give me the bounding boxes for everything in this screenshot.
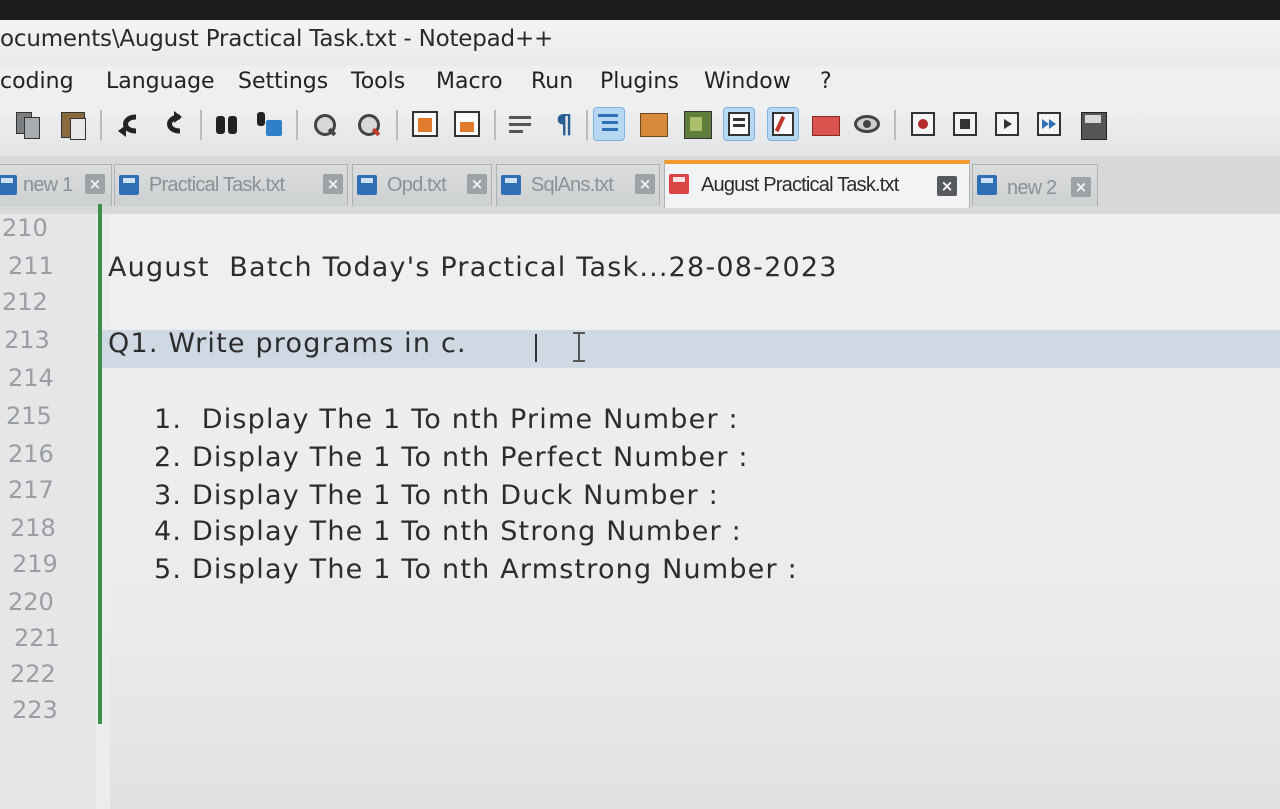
line-number: 211 [8, 252, 54, 280]
tab-label: August Practical Task.txt [701, 174, 899, 196]
redo-icon[interactable] [156, 108, 186, 140]
tab-august-practical-task[interactable]: August Practical Task.txt × [664, 160, 970, 208]
file-icon [501, 175, 521, 195]
file-icon [119, 175, 139, 195]
copy-icon[interactable] [14, 108, 44, 140]
tab-opd[interactable]: Opd.txt × [352, 164, 492, 206]
monitoring-icon[interactable] [852, 108, 882, 140]
line-number: 218 [10, 514, 56, 542]
line-number: 215 [6, 402, 52, 430]
text-line-219: 5. Display The 1 To nth Armstrong Number… [154, 554, 798, 585]
text-caret [535, 334, 537, 362]
text-line-215: 1. Display The 1 To nth Prime Number : [154, 404, 739, 435]
line-number: 210 [2, 214, 48, 242]
line-number: 219 [12, 550, 58, 578]
menu-help[interactable]: ? [820, 69, 832, 94]
line-number: 217 [8, 476, 54, 504]
line-number: 222 [10, 660, 56, 688]
zoom-out-icon[interactable] [352, 108, 382, 140]
doc-map-icon[interactable] [682, 108, 712, 140]
change-history-bar [98, 204, 102, 724]
tab-new-1[interactable]: new 1 × [0, 164, 112, 206]
tab-label: new 1 [23, 174, 73, 196]
doc-list-icon[interactable] [810, 108, 840, 140]
screen: ocuments\August Practical Task.txt - Not… [0, 0, 1280, 809]
line-number: 223 [12, 696, 58, 724]
line-number-gutter: 210 211 212 213 214 215 216 217 218 219 … [0, 214, 96, 809]
menu-macro[interactable]: Macro [436, 69, 503, 94]
tab-bar: new 1 × Practical Task.txt × Opd.txt × S… [0, 156, 1280, 216]
line-number: 214 [8, 364, 54, 392]
title-bar: ocuments\August Practical Task.txt - Not… [0, 20, 1280, 66]
line-number: 213 [4, 326, 50, 354]
tab-label: Opd.txt [387, 174, 447, 196]
line-number: 216 [8, 440, 54, 468]
paste-icon[interactable] [58, 108, 88, 140]
undo-icon[interactable] [112, 108, 142, 140]
toolbar: ¶ [0, 104, 1280, 156]
menu-plugins[interactable]: Plugins [600, 69, 679, 94]
text-line-211: August Batch Today's Practical Task...28… [108, 252, 838, 283]
file-icon [357, 175, 377, 195]
menu-settings[interactable]: Settings [238, 69, 328, 94]
word-wrap-icon[interactable] [506, 108, 536, 140]
folder-workspace-icon[interactable] [767, 107, 799, 141]
tab-label: SqlAns.txt [531, 174, 614, 196]
save-macro-icon[interactable] [1078, 108, 1108, 140]
close-icon[interactable]: × [85, 174, 105, 194]
menu-language[interactable]: Language [106, 69, 215, 94]
tab-label: new 2 [1007, 177, 1057, 199]
sync-vertical-icon[interactable] [410, 108, 440, 140]
menu-encoding[interactable]: coding [0, 69, 74, 94]
close-icon[interactable]: × [323, 174, 343, 194]
replace-icon[interactable] [254, 108, 284, 140]
tab-sqlans[interactable]: SqlAns.txt × [496, 164, 660, 206]
zoom-in-icon[interactable] [308, 108, 338, 140]
text-line-216: 2. Display The 1 To nth Perfect Number : [154, 442, 749, 473]
monitor-bezel [0, 0, 1280, 20]
run-macro-multiple-icon[interactable] [1034, 108, 1064, 140]
window-title: ocuments\August Practical Task.txt - Not… [0, 26, 554, 52]
file-icon [977, 175, 997, 195]
close-icon[interactable]: × [937, 176, 957, 196]
tab-label: Practical Task.txt [149, 174, 285, 196]
editor-area[interactable]: 210 211 212 213 214 215 216 217 218 219 … [0, 204, 1280, 809]
file-icon [0, 175, 17, 195]
close-icon[interactable]: × [635, 174, 655, 194]
menu-window[interactable]: Window [704, 69, 791, 94]
tab-new-2[interactable]: new 2 × [972, 164, 1098, 206]
menu-tools[interactable]: Tools [351, 69, 405, 94]
udl-icon[interactable] [638, 108, 668, 140]
line-number: 212 [2, 288, 48, 316]
text-line-218: 4. Display The 1 To nth Strong Number : [154, 516, 742, 547]
sync-horizontal-icon[interactable] [452, 108, 482, 140]
ibeam-cursor-icon [572, 332, 586, 362]
function-list-icon[interactable] [723, 107, 755, 141]
menu-run[interactable]: Run [531, 69, 573, 94]
close-icon[interactable]: × [1071, 177, 1091, 197]
file-icon [669, 174, 689, 194]
text-line-213: Q1. Write programs in c. [108, 328, 467, 359]
line-number: 220 [8, 588, 54, 616]
menu-bar: coding Language Settings Tools Macro Run… [0, 66, 1280, 104]
indent-guide-icon[interactable] [593, 107, 625, 141]
tab-practical-task[interactable]: Practical Task.txt × [114, 164, 348, 206]
line-number: 221 [14, 624, 60, 652]
stop-macro-icon[interactable] [950, 108, 980, 140]
find-icon[interactable] [212, 108, 242, 140]
show-all-chars-icon[interactable]: ¶ [550, 108, 580, 140]
play-macro-icon[interactable] [992, 108, 1022, 140]
text-line-217: 3. Display The 1 To nth Duck Number : [154, 480, 719, 511]
record-macro-icon[interactable] [908, 108, 938, 140]
close-icon[interactable]: × [467, 174, 487, 194]
